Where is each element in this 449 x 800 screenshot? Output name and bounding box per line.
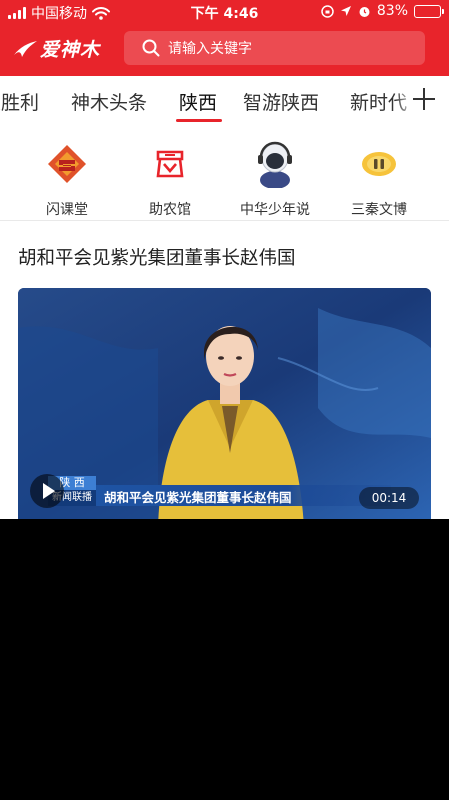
app-header: 中国移动 下午 4:46 83% 爱神木 请输入关键字 xyxy=(0,0,449,76)
app-logo-text: 爱神木 xyxy=(40,38,101,61)
quick-entry-zhonghua[interactable]: 中华少年说 xyxy=(225,141,325,219)
quick-entry-label: 中华少年说 xyxy=(240,202,310,218)
video-player[interactable]: 陕 西 新闻联播 胡和平会见紫光集团董事长赵伟国 00:14 xyxy=(18,288,431,519)
shanketang-icon xyxy=(48,145,86,183)
logo-swoosh-icon xyxy=(14,41,37,57)
quick-entries: 闪课堂 助农馆 中华少年说 三秦文博 xyxy=(0,124,449,220)
search-placeholder: 请输入关键字 xyxy=(168,41,252,57)
headset-boy-icon xyxy=(258,141,292,188)
active-tab-indicator xyxy=(176,119,222,122)
article-title[interactable]: 胡和平会见紫光集团董事长赵伟国 xyxy=(18,244,296,270)
quick-entry-label: 三秦文博 xyxy=(351,202,407,218)
location-icon xyxy=(340,6,351,16)
quick-entry-label: 助农馆 xyxy=(149,202,191,218)
lock-rotation-icon xyxy=(321,4,334,18)
tab-item-active[interactable]: 陕西 xyxy=(179,88,217,115)
search-bar[interactable]: 请输入关键字 xyxy=(124,31,425,65)
tab-item[interactable]: 智游陕西 xyxy=(243,88,319,115)
channel-tabs: 双胜利 神木头条 陕西 智游陕西 新时代 xyxy=(0,76,449,124)
quick-entry-zhunongguan[interactable]: 助农馆 xyxy=(120,142,220,219)
app-screen: 中国移动 下午 4:46 83% 爱神木 请输入关键字 胜利 神木头条 陕西 智… xyxy=(0,0,449,519)
app-logo[interactable]: 爱神木 xyxy=(12,34,100,62)
tab-item[interactable]: 神木头条 xyxy=(71,88,147,115)
battery-percent: 83% xyxy=(376,3,408,19)
quick-entry-sanqin[interactable]: 三秦文博 xyxy=(329,142,429,219)
tab-item[interactable]: 双胜利 xyxy=(0,88,39,115)
quick-entry-shanketang[interactable]: 闪课堂 xyxy=(17,142,117,219)
status-bar: 中国移动 下午 4:46 83% xyxy=(0,0,449,24)
battery-icon xyxy=(414,4,444,18)
video-duration: 00:14 xyxy=(359,487,419,509)
alarm-icon xyxy=(359,6,370,17)
news-caption-text: 胡和平会见紫光集团董事长赵伟国 xyxy=(104,490,292,505)
quick-entry-label: 闪课堂 xyxy=(46,202,88,218)
play-icon[interactable] xyxy=(30,474,64,508)
add-channel-plus-icon[interactable] xyxy=(413,88,435,110)
pause-coin-icon xyxy=(362,152,396,176)
zhunongguan-icon xyxy=(156,150,184,178)
search-icon xyxy=(142,39,160,57)
section-divider xyxy=(0,220,449,221)
